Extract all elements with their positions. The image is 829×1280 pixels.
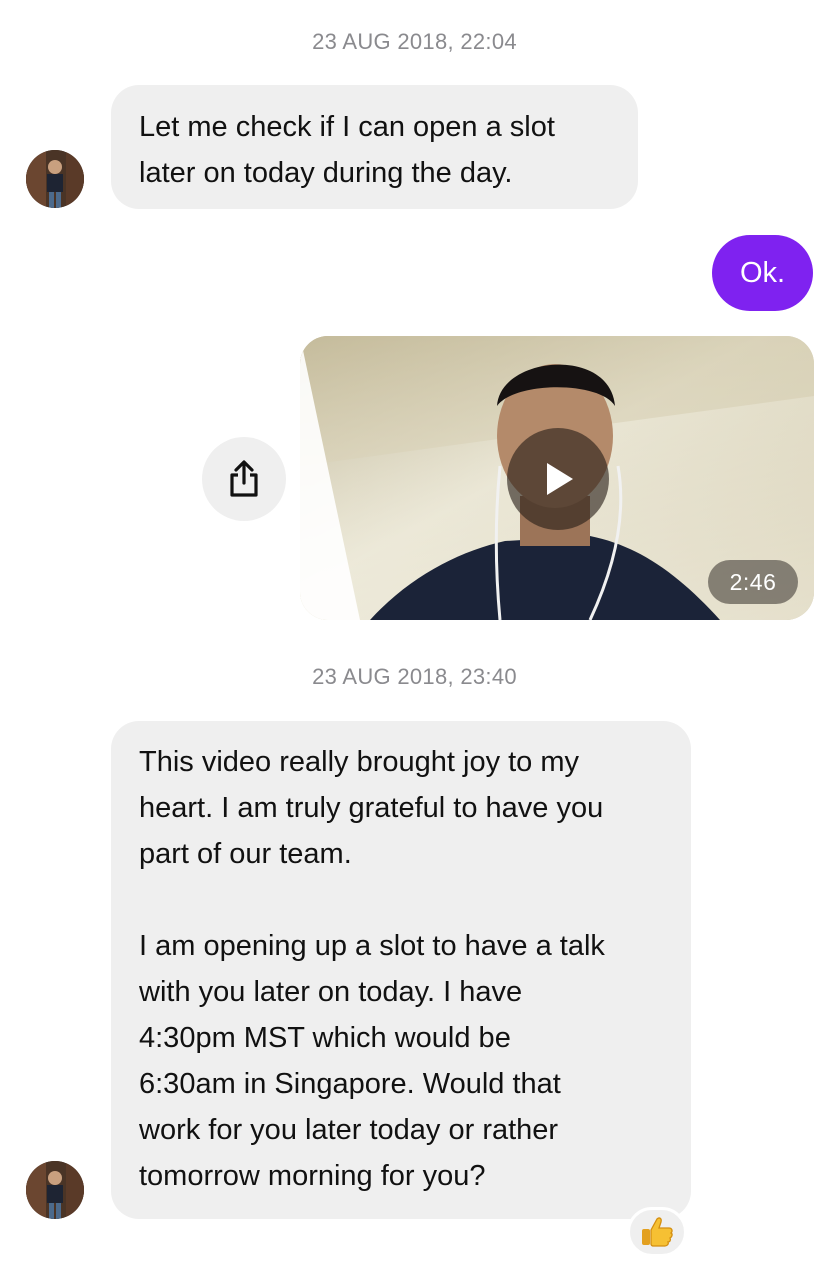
share-icon: [230, 460, 258, 497]
message-line: with you later on today. I have: [139, 976, 523, 1008]
sender-avatar[interactable]: [26, 1161, 84, 1219]
incoming-message-bubble[interactable]: Let me check if I can open a slot later …: [111, 85, 638, 209]
message-line: 6:30am in Singapore. Would that: [139, 1068, 561, 1100]
play-button[interactable]: [507, 428, 609, 530]
sender-avatar[interactable]: [26, 150, 84, 208]
share-button[interactable]: [202, 437, 286, 521]
play-icon: [547, 463, 573, 495]
message-line: part of our team.: [139, 838, 352, 870]
thumbs-up-icon: [642, 1217, 673, 1247]
timestamp-divider: 23 AUG 2018, 22:04: [312, 29, 517, 54]
video-message[interactable]: 2:46: [300, 336, 814, 620]
message-line: heart. I am truly grateful to have you: [139, 792, 604, 824]
message-line: 4:30pm MST which would be: [139, 1022, 511, 1054]
paragraph-break: [139, 877, 663, 923]
message-line: later on today during the day.: [139, 157, 513, 189]
message-line: Let me check if I can open a slot: [139, 111, 555, 143]
incoming-message-bubble[interactable]: This video really brought joy to my hear…: [111, 721, 691, 1219]
message-line: work for you later today or rather: [139, 1114, 559, 1146]
video-duration-badge: 2:46: [708, 560, 798, 604]
message-line: This video really brought joy to my: [139, 746, 580, 778]
timestamp-divider: 23 AUG 2018, 23:40: [312, 664, 517, 689]
message-line: tomorrow morning for you?: [139, 1160, 486, 1192]
reaction-badge[interactable]: [627, 1207, 687, 1257]
message-line: I am opening up a slot to have a talk: [139, 930, 605, 962]
outgoing-message-bubble[interactable]: Ok.: [712, 235, 813, 311]
